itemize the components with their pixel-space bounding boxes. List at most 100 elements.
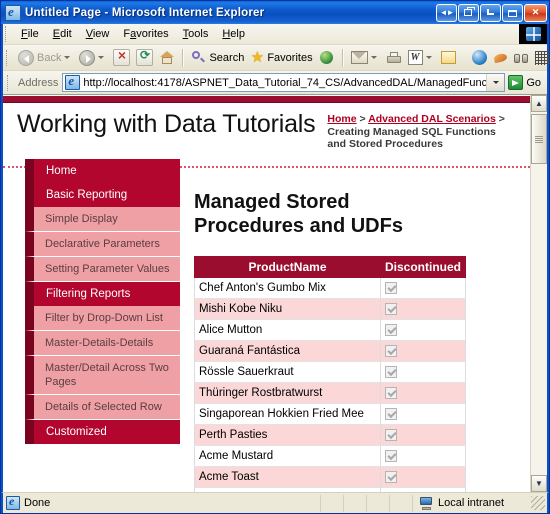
main-toolbar: Back Search ★ Favorite [3,45,550,71]
menu-item-file[interactable]: File [14,25,46,43]
address-dropdown-button[interactable] [486,74,505,91]
address-input[interactable]: http://localhost:4178/ASPNET_Data_Tutori… [62,73,506,92]
breadcrumb-separator-2: > [495,113,505,125]
messenger-button[interactable] [469,47,490,69]
resize-grip[interactable] [531,496,545,510]
checkbox-discontinued [384,344,397,357]
browser-chrome: File Edit View Favorites Tools Help Back [1,24,550,95]
star-icon: ★ [250,48,265,66]
site-title: Working with Data Tutorials [17,110,316,138]
menu-item-edit[interactable]: Edit [46,25,79,43]
restore-down-button[interactable]: ◄► [436,3,457,22]
search-button[interactable]: Search [188,47,247,69]
research-button[interactable] [511,47,532,69]
web-page: Working with Data Tutorials Home > Advan… [3,95,530,492]
page-top-accent-bar [3,96,530,103]
breadcrumb-link-section[interactable]: Advanced DAL Scenarios [368,113,496,125]
checkbox-discontinued [384,323,397,336]
back-history-chevron-icon[interactable] [64,56,71,59]
home-button[interactable] [156,47,178,69]
menu-items: File Edit View Favorites Tools Help [14,24,252,44]
msn-button[interactable] [490,47,511,69]
mail-button[interactable] [348,47,383,69]
refresh-button[interactable] [133,47,156,69]
table-row: Acme Toast [194,466,467,488]
sidebar-item-customized[interactable]: Customized [25,420,180,444]
table-row: Acme Lamb [194,487,467,492]
breadcrumb-current: Creating Managed SQL Functions and Store… [327,125,496,151]
breadcrumb-link-home[interactable]: Home [327,113,356,125]
grid-header: ProductName Discontinued [194,256,467,278]
cell-discontinued [379,319,467,341]
binoculars-icon [513,51,529,65]
cell-productname: Thüringer Rostbratwurst [194,382,381,404]
media-button[interactable] [316,47,338,69]
checkbox-discontinued [384,386,397,399]
sidebar-item-details-of-selected-row[interactable]: Details of Selected Row [25,395,180,420]
stop-button[interactable] [110,47,133,69]
go-button[interactable]: Go [505,73,545,93]
print-button[interactable] [383,47,405,69]
menu-item-favorites[interactable]: Favorites [116,25,175,43]
edit-in-word-button[interactable]: W [405,47,438,69]
favorites-button[interactable]: ★ Favorites [247,47,315,69]
encoding-button[interactable] [532,47,550,69]
checkbox-discontinued [384,407,397,420]
table-row: Acme Mustard [194,445,467,467]
sidebar-item-basic-reporting[interactable]: Basic Reporting [25,183,180,207]
back-label: Back [37,51,62,64]
checkbox-discontinued [384,302,397,315]
status-cell-1 [321,494,344,512]
sidebar-item-filtering-reports[interactable]: Filtering Reports [25,282,180,306]
minimize-button[interactable] [480,3,501,22]
sidebar-item-simple-display[interactable]: Simple Display [25,207,180,232]
forward-button[interactable] [76,47,110,69]
forward-history-chevron-icon[interactable] [98,56,105,59]
sidebar-navigation: Home Basic Reporting Simple Display Decl… [25,159,180,444]
sidebar-item-master-detail-across-two-pages[interactable]: Master/Detail Across Two Pages [25,356,180,395]
mail-chevron-down-icon[interactable] [370,56,377,59]
close-button[interactable]: ✕ [524,3,547,22]
cell-discontinued [379,361,467,383]
maximize-button[interactable] [502,3,523,22]
checkbox-discontinued [384,470,397,483]
globe-icon [471,50,487,65]
chevron-down-icon [492,81,499,84]
menu-item-help[interactable]: Help [215,25,252,43]
window-title: Untitled Page - Microsoft Internet Explo… [25,6,265,19]
column-header-productname[interactable]: ProductName [194,256,381,278]
grid-header-row: ProductName Discontinued [194,256,467,278]
security-zone[interactable]: Local intranet [413,495,531,512]
cell-productname: Singaporean Hokkien Fried Mee [194,403,381,425]
discuss-button[interactable] [438,47,459,69]
page-viewport: Working with Data Tutorials Home > Advan… [1,95,549,492]
sidebar-item-declarative-parameters[interactable]: Declarative Parameters [25,232,180,257]
back-button[interactable]: Back [15,47,76,69]
toolbar-gripper[interactable] [6,49,13,66]
menu-item-tools[interactable]: Tools [176,25,216,43]
scroll-up-button[interactable]: ▲ [531,95,547,112]
window-group-button[interactable] [458,3,479,22]
scroll-down-button[interactable]: ▼ [531,475,547,492]
cell-productname: Rössle Sauerkraut [194,361,381,383]
column-header-discontinued[interactable]: Discontinued [379,256,467,278]
cell-productname: Acme Lamb [194,487,381,492]
address-bar-gripper[interactable] [7,74,14,91]
scrollbar-thumb[interactable] [531,114,547,164]
checkbox-discontinued [384,428,397,441]
sidebar-item-master-details-details[interactable]: Master-Details-Details [25,331,180,356]
edit-chevron-down-icon[interactable] [425,56,432,59]
cell-productname: Alice Mutton [194,319,381,341]
sidebar-item-home[interactable]: Home [25,159,180,183]
page-scrollbar[interactable]: ▲ ▼ [530,95,547,492]
checkbox-discontinued [384,281,397,294]
sidebar-item-setting-parameter-values[interactable]: Setting Parameter Values [25,257,180,282]
sidebar-item-filter-by-drop-down-list[interactable]: Filter by Drop-Down List [25,306,180,331]
breadcrumb-separator-1: > [356,113,369,125]
address-label: Address [18,76,59,89]
scrollbar-track[interactable] [531,112,547,475]
menu-bar-gripper[interactable] [5,26,12,42]
cell-discontinued [379,298,467,320]
title-bar: Untitled Page - Microsoft Internet Explo… [1,1,549,24]
menu-item-view[interactable]: View [79,25,117,43]
